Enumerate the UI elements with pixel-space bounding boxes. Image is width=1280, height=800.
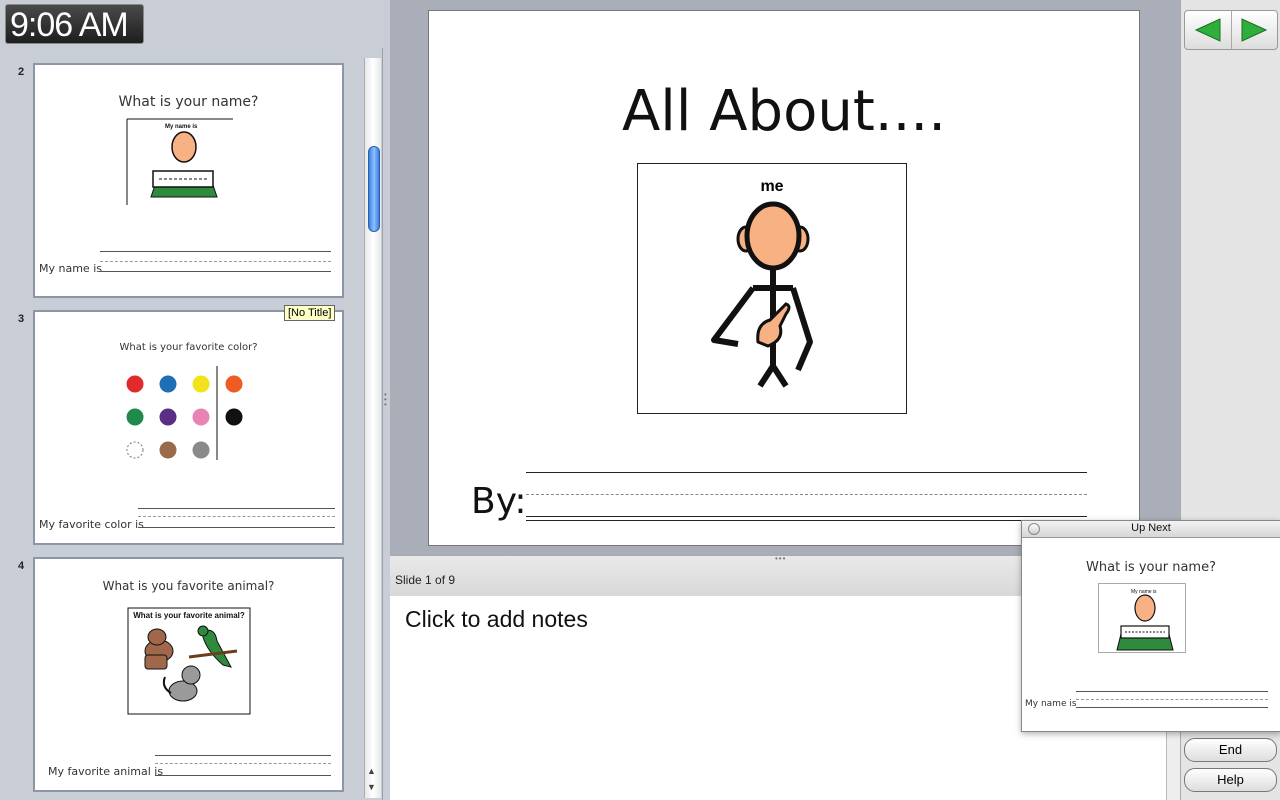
thumbnail-number: 3 (18, 313, 25, 325)
me-picture-frame: me (637, 163, 907, 414)
write-line (526, 520, 1087, 521)
tooltip: [No Title] (284, 305, 336, 321)
fill-label: My favorite animal is (48, 765, 164, 778)
presenter-clock: 9:06 AM (5, 4, 144, 44)
animals-picture: What is your favorite animal? (127, 607, 251, 715)
write-line (138, 516, 335, 517)
write-line (100, 251, 331, 252)
previous-slide-button[interactable] (1185, 11, 1232, 49)
thumbnail-title: What is your favorite color? (119, 342, 258, 353)
slide-counter: Slide 1 of 9 (395, 573, 456, 587)
picture-caption: My name is (165, 124, 198, 130)
name-person-picture: My name is (126, 118, 233, 205)
write-line (155, 775, 331, 776)
slide-thumbnail-3[interactable]: What is your favorite color? My favorite… (33, 310, 344, 545)
color-swatch (192, 441, 210, 459)
up-next-window[interactable]: Up Next What is your name? My name is My… (1021, 520, 1280, 732)
write-line (1076, 707, 1268, 708)
me-figure-icon (711, 201, 813, 388)
color-swatch (126, 408, 144, 426)
up-next-title: Up Next (1131, 522, 1171, 534)
thumbnail-title: What is your name? (118, 94, 259, 110)
right-arrow-icon (1241, 18, 1268, 42)
up-next-picture: My name is (1098, 583, 1186, 653)
write-line (1076, 699, 1268, 700)
current-slide: All About.... me By: (428, 10, 1140, 546)
thumbnail-number: 2 (18, 66, 25, 78)
color-swatch (159, 408, 177, 426)
slide-thumbnail-4[interactable]: What is you favorite animal? What is you… (33, 557, 344, 792)
write-line (526, 494, 1087, 495)
write-line (526, 472, 1087, 473)
color-palette-picture (126, 366, 243, 460)
color-swatch (126, 375, 144, 393)
fill-label: My favorite color is (39, 518, 144, 531)
name-person-picture: My name is (1116, 589, 1174, 651)
slide-viewport: All About.... me By: (390, 0, 1180, 555)
left-arrow-icon (1194, 18, 1221, 42)
color-swatch (192, 375, 210, 393)
up-next-question: What is your name? (1086, 560, 1216, 575)
write-line (138, 508, 335, 509)
color-swatch (225, 375, 243, 393)
write-line (155, 755, 331, 756)
next-slide-button[interactable] (1231, 11, 1277, 49)
color-swatch (225, 408, 243, 426)
by-label: By: (471, 481, 527, 522)
fill-label: My name is (1025, 699, 1077, 709)
end-show-button[interactable]: End (1184, 738, 1277, 762)
notes-splitter[interactable]: ••• (775, 554, 786, 563)
write-line (155, 763, 331, 764)
help-button[interactable]: Help (1184, 768, 1277, 792)
color-swatch (192, 408, 210, 426)
slide-nav-buttons (1184, 10, 1278, 50)
color-swatch (126, 441, 144, 459)
thumbnail-title: What is you favorite animal? (102, 579, 275, 593)
write-line (1076, 691, 1268, 692)
scroll-up-icon[interactable]: ▲ (367, 766, 376, 776)
panel-splitter[interactable]: • • • (384, 391, 388, 409)
fill-label: My name is (39, 262, 102, 275)
color-swatch (159, 375, 177, 393)
slide-thumbnail-2[interactable]: What is your name? My name is My name is (33, 63, 344, 298)
scroll-down-icon[interactable]: ▼ (367, 782, 376, 792)
slide-title: All About.... (622, 79, 946, 144)
write-line (100, 271, 331, 272)
notes-placeholder[interactable]: Click to add notes (405, 606, 588, 633)
write-line (526, 516, 1087, 517)
up-next-titlebar[interactable]: Up Next (1022, 521, 1280, 538)
write-line (100, 261, 331, 262)
picture-caption: My name is (1131, 589, 1157, 595)
picture-caption: What is your favorite animal? (133, 611, 245, 620)
scroll-thumb[interactable] (368, 146, 380, 232)
thumbnail-number: 4 (18, 560, 25, 572)
color-swatch (159, 441, 177, 459)
write-line (138, 527, 335, 528)
thumbnail-scrollbar[interactable]: ▲ ▼ (364, 58, 381, 798)
